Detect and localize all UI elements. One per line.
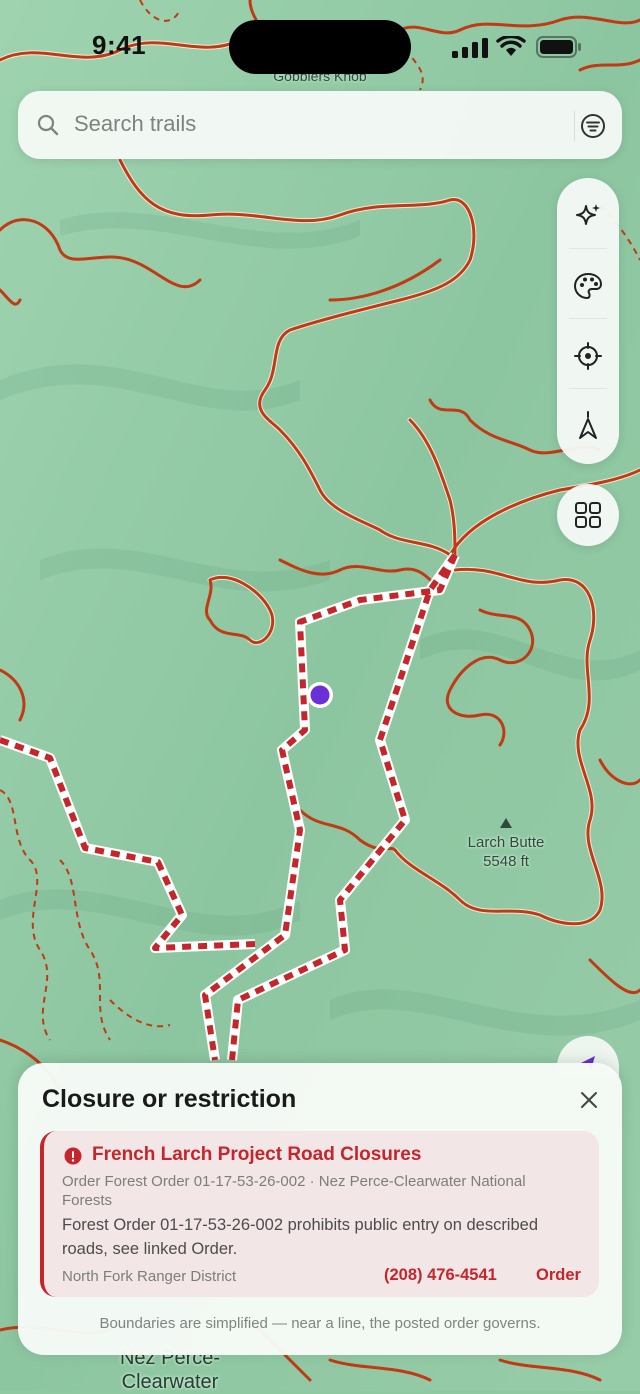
status-bar: 9:41 (0, 0, 640, 90)
disclaimer-text: Boundaries are simplified — near a line,… (99, 1315, 541, 1332)
status-time: 9:41 (92, 30, 147, 60)
search-divider (574, 111, 575, 141)
palette-icon[interactable] (572, 270, 604, 302)
peak-elevation: 5548 ft (483, 853, 529, 870)
wifi-icon (496, 36, 526, 56)
toolbar-divider (569, 248, 607, 249)
phone-link[interactable]: (208) 476-4541 (384, 1266, 497, 1285)
order-link[interactable]: Order (536, 1266, 581, 1285)
toolbar-divider (569, 388, 607, 389)
alert-icon (64, 1147, 82, 1165)
search-icon (37, 114, 59, 136)
search-input[interactable]: Search trails (74, 111, 196, 137)
sheet-title: Closure or restriction (42, 1085, 297, 1113)
sparkle-icon[interactable] (572, 200, 604, 232)
closure-meta: Order Forest Order 01-17-53-26-002 · Nez… (62, 1173, 526, 1209)
closure-title: French Larch Project Road Closures (92, 1144, 422, 1165)
dynamic-island (229, 20, 411, 74)
locate-icon[interactable] (572, 340, 604, 372)
compass-icon[interactable] (572, 410, 604, 442)
toolbar-divider (569, 318, 607, 319)
layers-button[interactable] (557, 484, 619, 546)
map-label-peak: Larch Butte 5548 ft (440, 833, 572, 871)
closure-card[interactable]: French Larch Project Road Closures Order… (40, 1131, 599, 1297)
location-dot (307, 682, 333, 708)
map-toolbar (557, 178, 619, 464)
search-bar[interactable]: Search trails (18, 91, 622, 159)
filter-icon[interactable] (578, 111, 608, 141)
grid-icon (575, 502, 601, 528)
forest-name-line2: Clearwater (121, 1371, 219, 1393)
peak-name: Larch Butte (467, 834, 545, 851)
closure-sheet: Closure or restriction French Larch Proj… (18, 1063, 622, 1355)
ranger-district: North Fork Ranger District (62, 1268, 237, 1285)
cellular-signal-icon (452, 38, 488, 58)
close-icon[interactable] (578, 1089, 600, 1111)
closure-description: Forest Order 01-17-53-26-002 prohibits p… (62, 1216, 539, 1258)
battery-icon (536, 36, 581, 58)
